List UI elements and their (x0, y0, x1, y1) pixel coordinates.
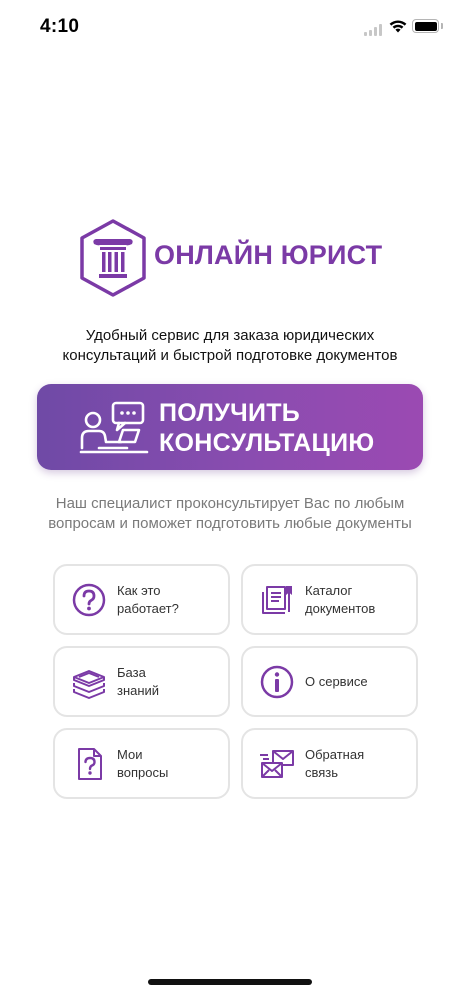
tile-label-line-1: О сервисе (305, 673, 368, 689)
consultant-chat-icon (79, 401, 149, 454)
envelopes-icon (260, 750, 294, 778)
wifi-icon (389, 20, 407, 33)
knowledge-base-button[interactable]: База знаний (53, 646, 230, 717)
tile-label-line-2: связь (305, 764, 339, 780)
documents-catalog-button[interactable]: Каталог документов (241, 564, 418, 635)
tile-label: Каталог документов (305, 582, 415, 618)
home-indicator[interactable] (148, 979, 312, 985)
tagline-line-1: Удобный сервис для заказа юридических (85, 327, 375, 344)
pillar-hexagon-icon (80, 219, 146, 297)
tile-label-line-2: знаний (117, 682, 160, 698)
service-description-line-2: вопросам и поможет подготовить любые док… (48, 515, 412, 532)
tile-label-line-2: вопросы (117, 764, 169, 780)
tile-label: Мои вопросы (117, 746, 227, 782)
tile-label-line-1: Мои (117, 746, 143, 762)
tile-label: Как это работает? (117, 582, 227, 618)
battery-tip (441, 23, 443, 29)
my-questions-button[interactable]: Мои вопросы (53, 728, 230, 799)
status-time: 4:10 (40, 16, 80, 37)
tile-label-line-1: Обратная (305, 746, 365, 762)
status-bar: 4:10 (0, 0, 460, 56)
books-stack-icon (73, 670, 105, 699)
feedback-button[interactable]: Обратная связь (241, 728, 418, 799)
tile-label: О сервисе (305, 673, 415, 691)
get-consultation-button[interactable]: ПОЛУЧИТЬ КОНСУЛЬТАЦИЮ (37, 384, 423, 470)
info-circle-icon (260, 665, 294, 699)
cta-label: ПОЛУЧИТЬ КОНСУЛЬТАЦИЮ (159, 398, 374, 458)
service-description: Наш специалист проконсультирует Вас по л… (20, 494, 440, 534)
tile-label: Обратная связь (305, 746, 415, 782)
tile-label-line-2: документов (305, 600, 376, 616)
cta-label-line-1: ПОЛУЧИТЬ (159, 399, 301, 427)
documents-catalog-icon (262, 586, 292, 614)
about-service-button[interactable]: О сервисе (241, 646, 418, 717)
tile-label: База знаний (117, 664, 227, 700)
tile-label-line-1: Как это (117, 582, 161, 598)
app-logo: ОНЛАЙН ЮРИСТ (78, 218, 382, 300)
tagline-line-2: консультаций и быстрой подготовке докуме… (62, 347, 398, 364)
cta-label-line-2: КОНСУЛЬТАЦИЮ (159, 429, 375, 457)
cellular-signal-icon (364, 24, 382, 36)
tile-label-line-1: База (117, 664, 146, 680)
service-description-line-1: Наш специалист проконсультирует Вас по л… (55, 495, 405, 512)
tagline: Удобный сервис для заказа юридических ко… (20, 326, 440, 366)
battery-icon (412, 19, 439, 33)
how-it-works-button[interactable]: Как это работает? (53, 564, 230, 635)
tile-label-line-1: Каталог (305, 582, 353, 598)
tile-label-line-2: работает? (117, 600, 179, 616)
question-document-icon (78, 748, 102, 780)
logo-text: ОНЛАЙН ЮРИСТ (154, 240, 383, 270)
question-circle-icon (72, 583, 106, 617)
